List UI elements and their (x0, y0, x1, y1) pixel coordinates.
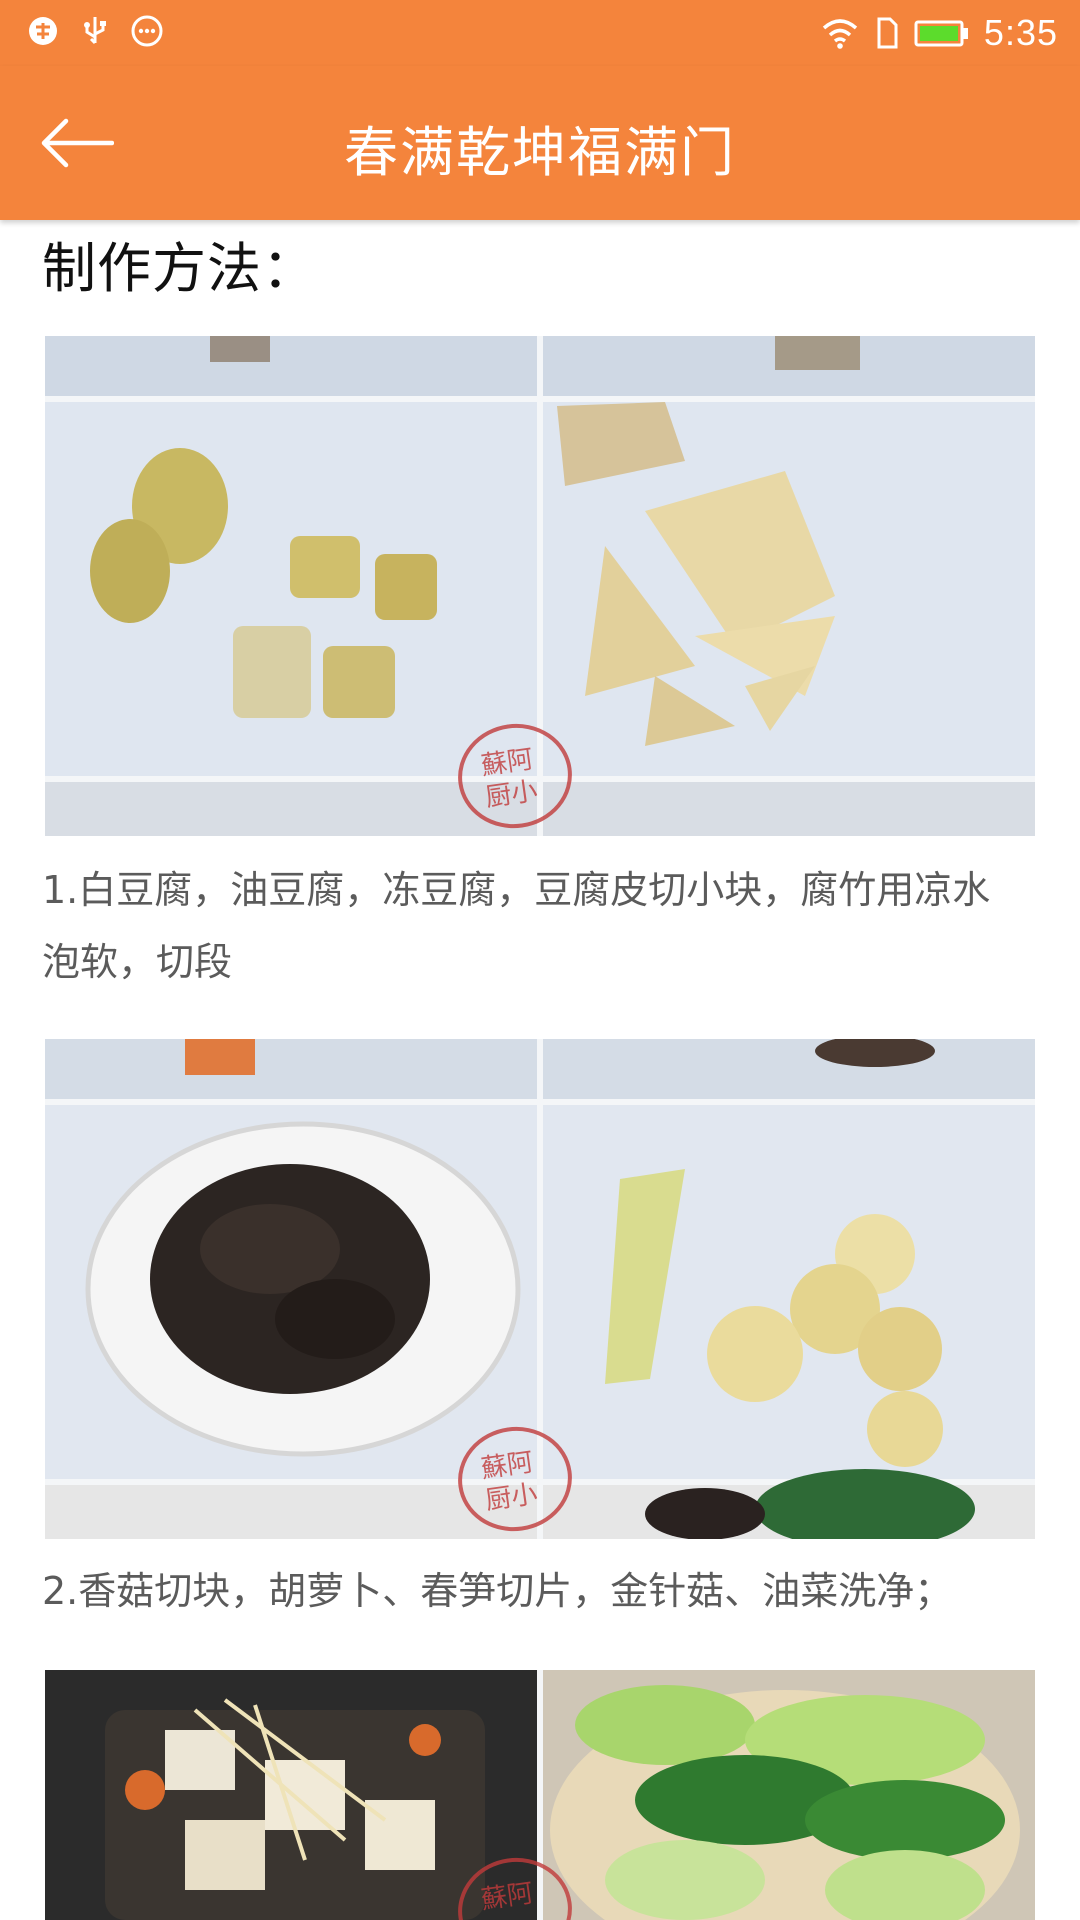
wifi-icon (822, 19, 858, 49)
step-2-photo: 蘇阿 厨小 (45, 1039, 1035, 1539)
status-bar: 5:35 (0, 0, 1080, 66)
more-icon (131, 15, 163, 47)
sim-icon (877, 17, 898, 49)
page-title: 春满乾坤福满门 (344, 121, 736, 184)
status-time: 5:35 (983, 12, 1058, 53)
step-1-photo: 蘇阿 厨小 (45, 336, 1035, 836)
step-2-text: 2.香菇切块，胡萝卜、春笋切片，金针菇、油菜洗净； (42, 1569, 953, 1613)
app-bar: 春满乾坤福满门 (0, 66, 1080, 220)
step-1-text: 1.白豆腐，油豆腐，冻豆腐，豆腐皮切小块，腐竹用凉水泡软，切段 (42, 868, 991, 984)
status-right-icons: 5:35 (820, 12, 1058, 54)
step-3-photo: 蘇阿 (45, 1670, 1035, 1920)
method-heading: 制作方法： (42, 237, 317, 300)
battery-icon (914, 20, 968, 47)
usb-icon (84, 17, 106, 45)
status-left-icons (26, 14, 164, 48)
notification-icon (29, 17, 57, 45)
